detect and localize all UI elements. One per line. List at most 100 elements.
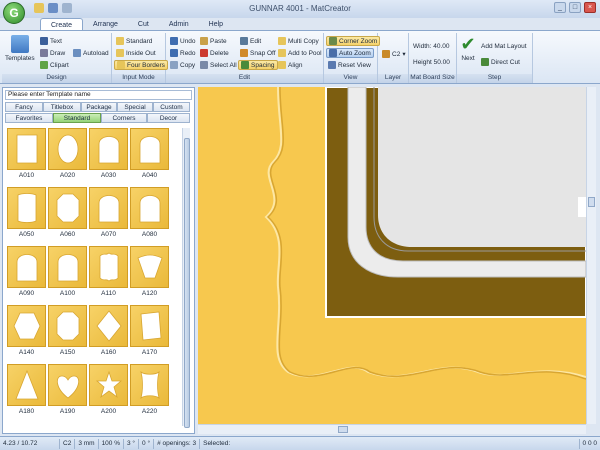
tab-decor[interactable]: Decor <box>147 113 190 123</box>
canvas-vertical-scrollbar[interactable] <box>586 87 596 424</box>
copy-icon <box>170 61 178 69</box>
template-tile[interactable]: A060 <box>48 187 87 239</box>
copy-button[interactable]: Copy <box>168 60 197 70</box>
reset-view-button[interactable]: Reset View <box>326 60 373 70</box>
template-search-input[interactable]: Please enter Template name <box>5 90 192 100</box>
mat-canvas[interactable] <box>198 87 586 424</box>
template-label: A010 <box>18 172 35 179</box>
template-thumbnail <box>7 364 46 406</box>
spacing-button[interactable]: Spacing <box>238 60 278 70</box>
snap-icon <box>240 49 248 57</box>
close-button[interactable]: × <box>584 2 596 13</box>
title-bar: GUNNAR 4001 - MatCreator _ □ × <box>0 0 600 18</box>
template-tile[interactable]: A200 <box>89 364 128 416</box>
four-borders-button[interactable]: Four Borders <box>114 60 168 70</box>
maximize-button[interactable]: □ <box>569 2 581 13</box>
clipart-button[interactable]: Clipart <box>38 60 71 70</box>
template-tile[interactable]: A100 <box>48 246 87 298</box>
redo-button[interactable]: Redo <box>168 48 198 58</box>
auto-zoom-button[interactable]: Auto Zoom <box>326 48 374 58</box>
templates-button[interactable]: Templates <box>5 35 35 62</box>
template-tile[interactable]: A220 <box>130 364 169 416</box>
tab-fancy[interactable]: Fancy <box>5 102 43 112</box>
template-label: A160 <box>100 349 117 356</box>
tab-titlebox[interactable]: Titlebox <box>43 102 81 112</box>
template-tile[interactable]: A020 <box>48 128 87 180</box>
template-tile[interactable]: A040 <box>130 128 169 180</box>
checkmark-icon: ✔ <box>460 34 476 54</box>
layer-dropdown[interactable]: C2 ▾ <box>380 49 408 59</box>
width-field[interactable]: Width: 40.00 <box>411 41 452 51</box>
minimize-button[interactable]: _ <box>554 2 566 13</box>
template-tile[interactable]: A050 <box>7 187 46 239</box>
standard-mode-button[interactable]: Standard <box>114 36 154 46</box>
paste-button[interactable]: Paste <box>198 36 229 46</box>
add-mat-layout-button[interactable]: Add Mat Layout <box>479 41 529 51</box>
clipart-icon <box>40 61 48 69</box>
multi-copy-button[interactable]: Multi Copy <box>276 36 321 46</box>
draw-button[interactable]: Draw <box>38 48 67 58</box>
template-tile[interactable]: A160 <box>89 305 128 357</box>
spacing-icon <box>241 61 249 69</box>
reset-view-icon <box>328 61 336 69</box>
template-tile[interactable]: A090 <box>7 246 46 298</box>
snap-off-button[interactable]: Snap Off <box>238 48 278 58</box>
scroll-thumb[interactable] <box>588 197 595 207</box>
redo-arrow-icon <box>170 49 178 57</box>
scroll-thumb[interactable] <box>184 138 190 428</box>
template-tile[interactable]: A030 <box>89 128 128 180</box>
next-button[interactable]: ✔ Next <box>459 35 477 62</box>
status-size: 3 mm <box>75 438 99 449</box>
group-label-mat-board-size: Mat Board Size <box>409 74 456 83</box>
group-input-mode: Standard Inside Out Four Borders Input M… <box>112 33 168 83</box>
template-thumbnail <box>7 128 46 170</box>
edit-button[interactable]: Edit <box>238 36 263 46</box>
tab-standard[interactable]: Standard <box>53 113 101 123</box>
template-tile[interactable]: A170 <box>130 305 169 357</box>
template-tile[interactable]: A190 <box>48 364 87 416</box>
direct-cut-button[interactable]: Direct Cut <box>479 57 522 67</box>
height-field[interactable]: Height 50.00 <box>411 57 452 67</box>
app-logo: G <box>9 6 19 20</box>
template-tile[interactable]: A110 <box>89 246 128 298</box>
template-tile[interactable]: A080 <box>130 187 169 239</box>
text-button[interactable]: Text <box>38 36 64 46</box>
template-thumbnail <box>48 305 87 347</box>
align-button[interactable]: Align <box>276 60 304 70</box>
tab-favorites[interactable]: Favorites <box>5 113 53 123</box>
edit-pencil-icon <box>240 37 248 45</box>
template-thumbnail <box>89 187 128 229</box>
group-label-design: Design <box>2 74 111 83</box>
template-label: A120 <box>141 290 158 297</box>
inside-out-icon <box>116 49 124 57</box>
status-coords: 4.23 / 10.72 <box>0 438 60 449</box>
template-label: A220 <box>141 408 158 415</box>
scroll-thumb[interactable] <box>338 426 348 433</box>
template-tile[interactable]: A010 <box>7 128 46 180</box>
template-label: A110 <box>101 290 116 297</box>
group-design: Templates Text Draw Clipart Autoload Des… <box>2 33 112 83</box>
inside-out-button[interactable]: Inside Out <box>114 48 158 58</box>
template-scrollbar[interactable] <box>182 128 190 428</box>
tab-custom[interactable]: Custom <box>153 102 190 112</box>
undo-button[interactable]: Undo <box>168 36 198 46</box>
autoload-button[interactable]: Autoload <box>71 48 111 58</box>
delete-button[interactable]: Delete <box>198 48 231 58</box>
tab-special[interactable]: Special <box>117 102 153 112</box>
corner-zoom-button[interactable]: Corner Zoom <box>326 36 381 46</box>
template-tile[interactable]: A120 <box>130 246 169 298</box>
template-thumbnail <box>7 305 46 347</box>
tab-package[interactable]: Package <box>81 102 117 112</box>
template-tile[interactable]: A140 <box>7 305 46 357</box>
add-to-pool-button[interactable]: Add to Pool <box>276 48 324 58</box>
status-layer: C2 <box>60 438 76 449</box>
canvas-horizontal-scrollbar[interactable] <box>198 424 586 434</box>
template-label: A090 <box>18 290 35 297</box>
template-tile[interactable]: A180 <box>7 364 46 416</box>
template-tile[interactable]: A070 <box>89 187 128 239</box>
app-menu-button[interactable]: G <box>3 2 25 24</box>
template-tile[interactable]: A150 <box>48 305 87 357</box>
tab-corners[interactable]: Corners <box>101 113 147 123</box>
template-label: A190 <box>59 408 76 415</box>
select-all-button[interactable]: Select All <box>198 60 239 70</box>
